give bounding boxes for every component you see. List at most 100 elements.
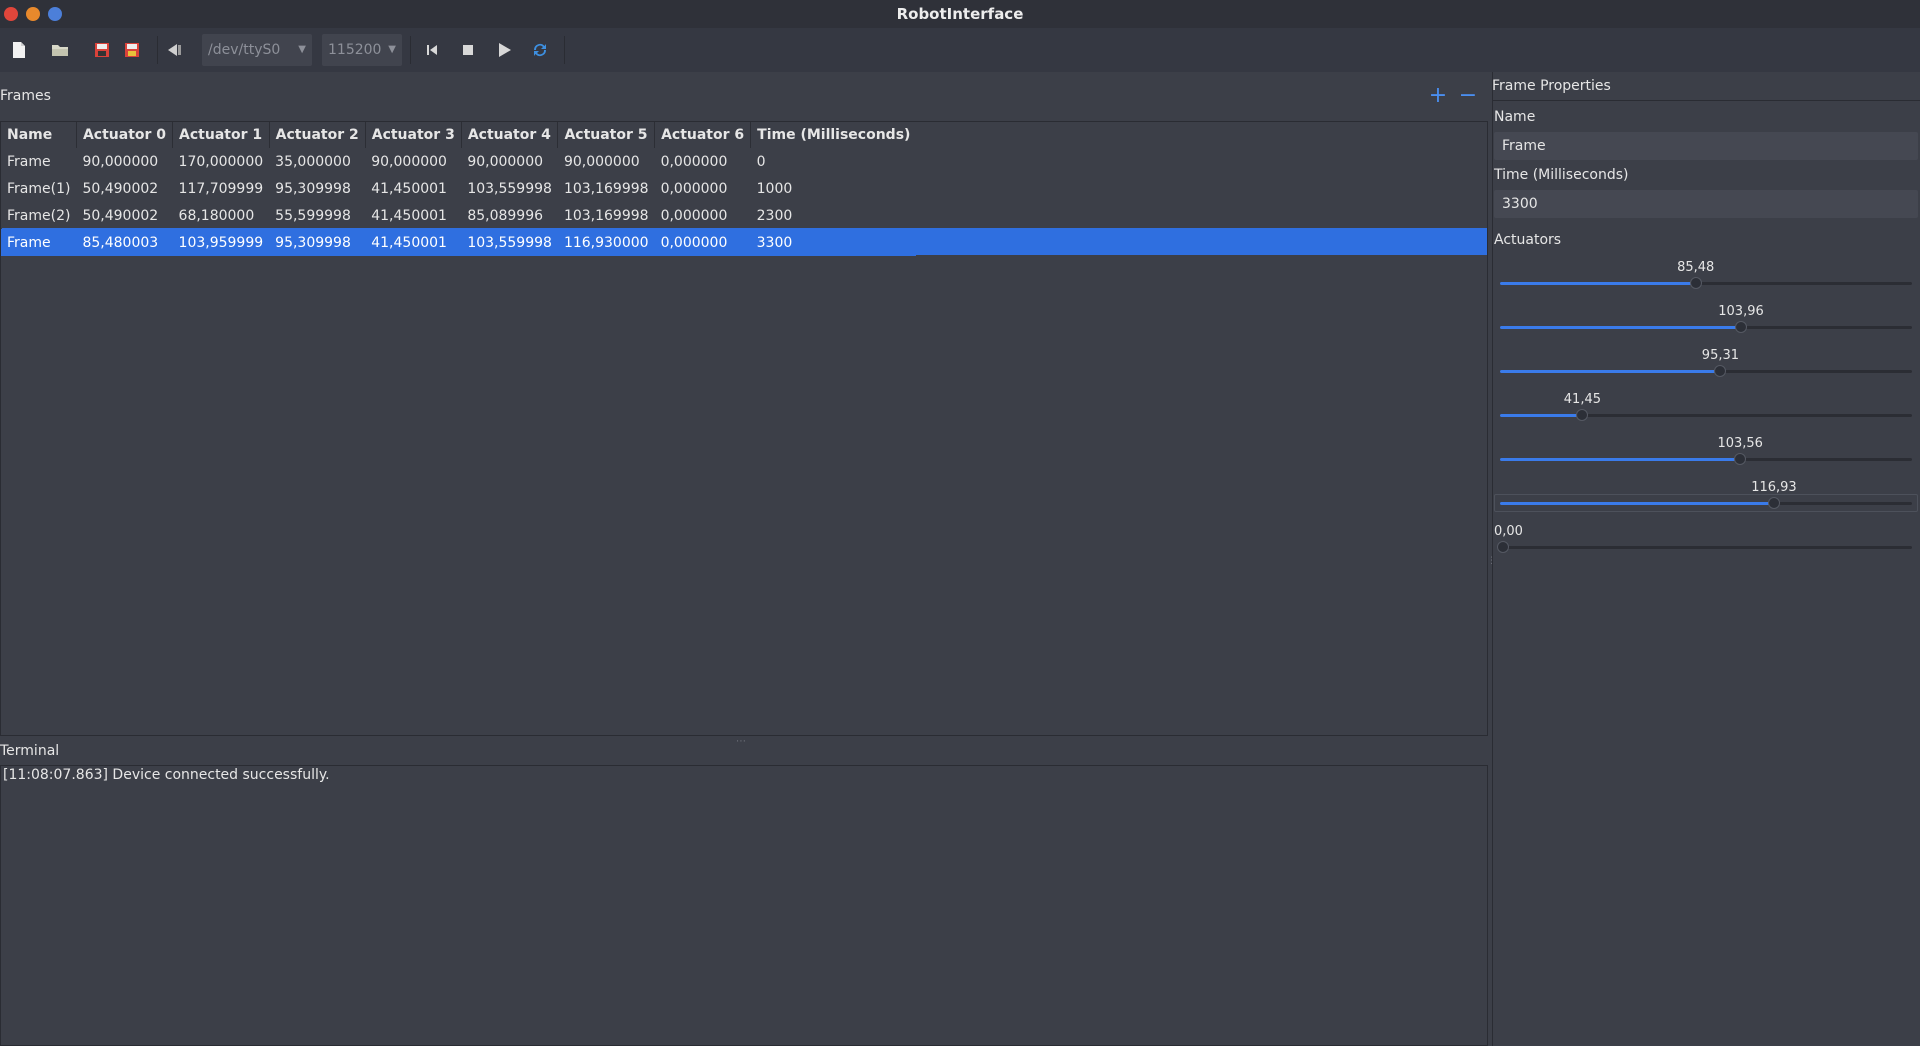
slider-handle[interactable] <box>1689 277 1702 289</box>
actuator-value-label: 41,45 <box>1563 392 1601 407</box>
table-cell: 103,169998 <box>563 180 649 197</box>
table-cell: Frame(1) <box>7 180 71 197</box>
chevron-down-icon: ▼ <box>298 44 306 55</box>
baud-value: 115200 <box>328 42 382 58</box>
table-cell: 95,309998 <box>269 229 366 256</box>
main-window: RobotInterface /dev/ttyS0 ▼ 115200 ▼ Fra… <box>0 0 1920 1046</box>
slider-handle[interactable] <box>1576 409 1589 421</box>
slider-handle[interactable] <box>1497 541 1509 553</box>
connect-button[interactable] <box>161 36 189 64</box>
table-cell: 116,930000 <box>557 229 655 256</box>
actuator-slider-6[interactable] <box>1497 541 1912 553</box>
column-header[interactable]: Name <box>1 122 77 148</box>
actuator-slider-3[interactable] <box>1500 409 1912 421</box>
column-header[interactable]: Actuator 5 <box>557 122 656 148</box>
actuator-slider-5[interactable] <box>1500 497 1912 509</box>
slider-handle[interactable] <box>1734 453 1747 465</box>
table-cell: 0,000000 <box>660 207 728 224</box>
column-header[interactable]: Actuator 1 <box>172 122 270 148</box>
table-cell: 41,450001 <box>371 180 447 197</box>
slider-fill <box>1500 502 1774 505</box>
refresh-icon <box>533 43 547 57</box>
table-cell: 41,450001 <box>365 229 462 256</box>
table-cell: 85,480003 <box>76 229 173 256</box>
table-cell: 2300 <box>756 207 793 224</box>
actuator-slider-2[interactable] <box>1500 365 1912 377</box>
open-file-button[interactable] <box>46 36 74 64</box>
table-header-row: Name Actuator 0 Actuator 1 Actuator 2 Ac… <box>1 122 917 148</box>
table-row[interactable]: Frame(1) 50,490002 117,709999 95,309998 … <box>1 175 916 202</box>
frames-grid: Name Actuator 0 Actuator 1 Actuator 2 Ac… <box>1 122 917 256</box>
new-file-icon <box>13 42 25 58</box>
title-bar: RobotInterface <box>0 0 1920 28</box>
table-cell: 50,490002 <box>82 180 159 197</box>
port-select[interactable]: /dev/ttyS0 ▼ <box>202 34 312 66</box>
table-cell: 41,450001 <box>371 207 447 224</box>
skip-back-button[interactable] <box>418 36 446 64</box>
table-cell: 90,000000 <box>82 153 159 170</box>
table-row[interactable]: Frame(2) 50,490002 68,180000 55,599998 4… <box>1 202 916 229</box>
frames-title: Frames <box>0 88 51 104</box>
column-header[interactable]: Actuator 6 <box>654 122 752 148</box>
save-button[interactable] <box>88 36 116 64</box>
splitter-handle[interactable]: ⋯ <box>736 736 746 747</box>
column-header[interactable]: Time (Milliseconds) <box>750 122 917 148</box>
frames-table: Name Actuator 0 Actuator 1 Actuator 2 Ac… <box>0 121 1488 736</box>
name-field[interactable]: Frame <box>1494 132 1918 160</box>
table-cell: 3300 <box>750 229 917 256</box>
table-row[interactable]: Frame 90,000000 170,000000 35,000000 90,… <box>1 148 916 175</box>
time-label: Time (Milliseconds) <box>1494 167 1629 183</box>
properties-divider <box>1492 100 1920 101</box>
slider-handle[interactable] <box>1735 321 1748 333</box>
table-row-selected[interactable]: Frame 85,480003 103,959999 95,309998 41,… <box>1 229 917 256</box>
remove-frame-button[interactable]: − <box>1456 85 1480 109</box>
actuator-slider-1[interactable] <box>1500 321 1912 333</box>
actuator-slider-0[interactable] <box>1500 277 1912 289</box>
table-cell: 103,559998 <box>461 229 558 256</box>
column-header[interactable]: Actuator 2 <box>269 122 366 148</box>
column-header[interactable]: Actuator 4 <box>461 122 559 148</box>
actuator-value-label: 103,56 <box>1717 436 1763 451</box>
frame-properties-panel <box>1492 72 1920 1046</box>
refresh-button[interactable] <box>526 36 554 64</box>
table-cell: 0 <box>756 153 766 170</box>
table-cell: 103,959999 <box>172 229 270 256</box>
add-frame-button[interactable]: + <box>1426 85 1450 109</box>
new-file-button[interactable] <box>5 36 33 64</box>
slider-handle[interactable] <box>1714 365 1727 377</box>
properties-title: Frame Properties <box>1492 78 1611 94</box>
table-cell: 55,599998 <box>275 207 351 224</box>
table-cell: 103,559998 <box>467 180 552 197</box>
actuators-label: Actuators <box>1494 232 1562 248</box>
stop-button[interactable] <box>454 36 482 64</box>
actuator-value-label: 95,31 <box>1701 348 1740 363</box>
table-cell: 90,000000 <box>371 153 447 170</box>
toolbar-separator <box>564 36 565 64</box>
table-cell: 1000 <box>756 180 793 197</box>
table-cell: 85,089996 <box>467 207 544 224</box>
terminal-output[interactable]: [11:08:07.863] Device connected successf… <box>0 765 1488 1046</box>
terminal-line: [11:08:07.863] Device connected successf… <box>3 767 330 783</box>
table-cell: 95,309998 <box>275 180 351 197</box>
save-as-button[interactable] <box>118 36 146 64</box>
actuator-value-label: 85,48 <box>1677 260 1715 275</box>
table-cell: 0,000000 <box>660 153 728 170</box>
actuator-value-label: 0,00 <box>1494 524 1523 539</box>
column-header[interactable]: Actuator 0 <box>76 122 174 148</box>
column-header[interactable]: Actuator 3 <box>365 122 462 148</box>
play-button[interactable] <box>490 36 518 64</box>
baud-select[interactable]: 115200 ▼ <box>322 34 402 66</box>
window-title: RobotInterface <box>896 5 1024 23</box>
panel-resize-grip[interactable]: ⋮ <box>1487 556 1496 566</box>
table-cell: 117,709999 <box>178 180 264 197</box>
table-cell: 68,180000 <box>178 207 255 224</box>
slider-handle[interactable] <box>1767 497 1780 509</box>
name-label: Name <box>1494 109 1536 125</box>
stop-icon <box>463 45 473 55</box>
table-cell: Frame(2) <box>7 207 71 224</box>
toolbar-separator <box>157 36 158 64</box>
table-cell: 90,000000 <box>467 153 544 170</box>
save-icon <box>95 43 109 57</box>
time-field[interactable]: 3300 <box>1494 190 1918 218</box>
actuator-slider-4[interactable] <box>1500 453 1912 465</box>
